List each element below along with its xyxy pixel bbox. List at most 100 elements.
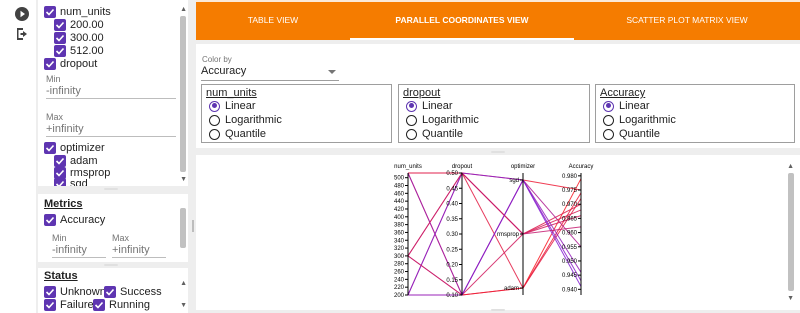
accuracy-max-input[interactable]: +infinity [112, 243, 166, 258]
checkbox-checked-icon[interactable] [54, 32, 66, 44]
tick-label: 0.45 [446, 186, 458, 192]
radio-unselected-icon [406, 114, 417, 126]
optimizer-value-sgd[interactable]: sgd [54, 178, 88, 186]
optimizer-filter[interactable]: optimizer [44, 142, 105, 154]
num-units-filter[interactable]: num_units [44, 6, 111, 18]
checkbox-checked-icon[interactable] [44, 286, 56, 298]
radio-label: Quantile [619, 128, 660, 140]
scrollbar[interactable] [180, 16, 186, 172]
tick-label: 320 [394, 246, 405, 252]
tick-label: 0.30 [446, 232, 458, 238]
radio-logarithmic[interactable]: Logarithmic [406, 114, 479, 126]
radio-unselected-icon [603, 128, 614, 140]
radio-quantile[interactable]: Quantile [406, 128, 463, 140]
value-label: 300.00 [70, 32, 104, 44]
checkbox-checked-icon[interactable] [54, 45, 66, 57]
scroll-down-arrow-icon[interactable]: ▼ [180, 302, 187, 310]
checkbox-checked-icon[interactable] [44, 6, 56, 18]
tick-label: 0.25 [446, 247, 458, 253]
tab-table-view[interactable]: TABLE VIEW [196, 0, 350, 40]
accuracy-min-input[interactable]: -infinity [52, 243, 106, 258]
status-label: Unknown [60, 286, 106, 298]
tick-label: 420 [394, 207, 405, 213]
num-units-value-300[interactable]: 300.00 [54, 32, 104, 44]
radio-quantile[interactable]: Quantile [209, 128, 266, 140]
checkbox-checked-icon[interactable] [44, 214, 56, 226]
tick-label: 220 [394, 285, 405, 291]
checkbox-checked-icon[interactable] [44, 299, 56, 311]
tick-label: 240 [394, 277, 405, 283]
radio-unselected-icon [603, 114, 614, 126]
parallel-coordinates-plot-area: num_units 500 480 460 440 420 400 380 360 340 320 3… [196, 155, 800, 310]
scroll-down-arrow-icon[interactable]: ▼ [180, 176, 187, 184]
resize-handle[interactable] [104, 188, 118, 190]
color-by-label: Color by [202, 55, 232, 64]
radio-label: Logarithmic [619, 114, 676, 126]
resize-handle[interactable] [491, 309, 505, 311]
metrics-card: Metrics Accuracy Min -infinity Max +infi… [38, 194, 188, 262]
checkbox-checked-icon[interactable] [44, 142, 56, 154]
color-by-value: Accuracy [201, 65, 247, 77]
scroll-down-arrow-icon[interactable]: ▼ [787, 295, 794, 303]
num-units-label: num_units [60, 6, 111, 18]
status-unknown[interactable]: Unknown [44, 286, 106, 298]
radio-linear[interactable]: Linear [603, 100, 650, 112]
optimizer-value-adam[interactable]: adam [54, 155, 98, 167]
checkbox-checked-icon[interactable] [93, 299, 105, 311]
scroll-up-arrow-icon[interactable]: ▲ [180, 6, 187, 14]
tick-label: 0.955 [562, 245, 578, 251]
radio-linear[interactable]: Linear [209, 100, 256, 112]
radio-unselected-icon [209, 128, 220, 140]
checkbox-checked-icon[interactable] [54, 19, 66, 31]
status-label: Success [120, 286, 162, 298]
color-by-select[interactable]: Accuracy [201, 65, 339, 81]
dropout-label: dropout [60, 58, 98, 70]
accuracy-max-label: Max [112, 233, 130, 243]
checkbox-checked-icon[interactable] [44, 58, 56, 70]
radio-logarithmic[interactable]: Logarithmic [603, 114, 676, 126]
axis-name: num_units [394, 164, 422, 170]
status-failure[interactable]: Failure [44, 299, 94, 311]
tick-label: 0.40 [446, 202, 458, 208]
num-units-value-200[interactable]: 200.00 [54, 19, 104, 31]
tab-scatter-plot-matrix-view[interactable]: SCATTER PLOT MATRIX VIEW [574, 0, 800, 40]
dropout-min-label: Min [46, 74, 61, 84]
tick-label: 0.10 [446, 293, 458, 299]
status-success[interactable]: Success [104, 286, 162, 298]
logout-icon[interactable] [14, 26, 30, 42]
tick-label: 0.940 [562, 287, 578, 293]
scale-box-accuracy: Accuracy Linear Logarithmic Quantile [595, 84, 795, 143]
session-line [408, 172, 582, 191]
accuracy-filter[interactable]: Accuracy [44, 214, 105, 226]
radio-logarithmic[interactable]: Logarithmic [209, 114, 282, 126]
filter-side-panel: ▲ ▼ num_units 200.00 300.00 512.00 dropo… [36, 0, 190, 313]
dropout-min-input[interactable]: -infinity [46, 84, 176, 99]
radio-linear[interactable]: Linear [406, 100, 453, 112]
scale-box-title: Accuracy [600, 87, 646, 99]
scrollbar[interactable] [180, 208, 186, 248]
dropout-max-input[interactable]: +infinity [46, 122, 176, 137]
main-panel: TABLE VIEW PARALLEL COORDINATES VIEW SCA… [196, 0, 800, 313]
axis-name: optimizer [511, 164, 535, 170]
radio-label: Linear [619, 100, 650, 112]
checkbox-checked-icon[interactable] [54, 155, 66, 167]
resize-handle[interactable] [104, 264, 118, 266]
status-running[interactable]: Running [93, 299, 150, 311]
tick-label: 0.965 [562, 216, 578, 222]
plot-controls: Color by Accuracy num_units Linear Logar… [196, 44, 800, 148]
play-circle-icon[interactable] [14, 6, 30, 22]
checkbox-checked-icon[interactable] [54, 178, 66, 186]
scroll-up-arrow-icon[interactable]: ▲ [787, 163, 794, 171]
checkbox-checked-icon[interactable] [104, 286, 116, 298]
scroll-up-arrow-icon[interactable]: ▲ [180, 280, 187, 288]
tick-label: 480 [394, 184, 405, 190]
radio-label: Quantile [225, 128, 266, 140]
dropout-filter[interactable]: dropout [44, 58, 97, 70]
num-units-value-512[interactable]: 512.00 [54, 45, 104, 57]
radio-quantile[interactable]: Quantile [603, 128, 660, 140]
axis-name: dropout [452, 164, 473, 170]
resize-handle[interactable] [491, 151, 505, 153]
tab-parallel-coordinates-view[interactable]: PARALLEL COORDINATES VIEW [350, 0, 574, 40]
scrollbar[interactable] [788, 173, 794, 291]
hparams-card: ▲ ▼ num_units 200.00 300.00 512.00 dropo… [38, 0, 188, 186]
